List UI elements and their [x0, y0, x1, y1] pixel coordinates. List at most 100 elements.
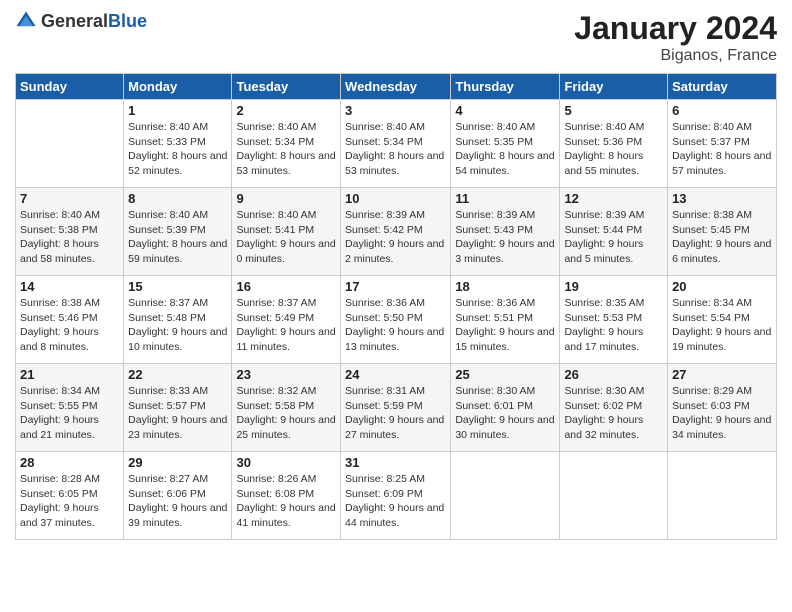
day-number: 26 [564, 367, 663, 382]
daylight-text: Daylight: 9 hours and 37 minutes. [20, 501, 119, 530]
day-cell [16, 100, 124, 188]
day-number: 25 [455, 367, 555, 382]
day-info: Sunrise: 8:36 AM Sunset: 5:51 PM Dayligh… [455, 296, 555, 355]
sunset-text: Sunset: 5:59 PM [345, 399, 446, 414]
sunrise-text: Sunrise: 8:39 AM [345, 208, 446, 223]
sunset-text: Sunset: 5:37 PM [672, 135, 772, 150]
day-info: Sunrise: 8:39 AM Sunset: 5:43 PM Dayligh… [455, 208, 555, 267]
week-row-4: 21 Sunrise: 8:34 AM Sunset: 5:55 PM Dayl… [16, 364, 777, 452]
sunset-text: Sunset: 5:41 PM [236, 223, 336, 238]
sunset-text: Sunset: 5:44 PM [564, 223, 663, 238]
sunset-text: Sunset: 6:09 PM [345, 487, 446, 502]
day-info: Sunrise: 8:32 AM Sunset: 5:58 PM Dayligh… [236, 384, 336, 443]
sunrise-text: Sunrise: 8:40 AM [128, 208, 227, 223]
sunrise-text: Sunrise: 8:33 AM [128, 384, 227, 399]
day-number: 18 [455, 279, 555, 294]
day-number: 24 [345, 367, 446, 382]
sunset-text: Sunset: 5:45 PM [672, 223, 772, 238]
daylight-text: Daylight: 9 hours and 10 minutes. [128, 325, 227, 354]
day-info: Sunrise: 8:29 AM Sunset: 6:03 PM Dayligh… [672, 384, 772, 443]
sunrise-text: Sunrise: 8:36 AM [455, 296, 555, 311]
page-header: GeneralBlue January 2024 Biganos, France [15, 10, 777, 65]
sunrise-text: Sunrise: 8:40 AM [128, 120, 227, 135]
day-number: 27 [672, 367, 772, 382]
day-info: Sunrise: 8:40 AM Sunset: 5:36 PM Dayligh… [564, 120, 663, 179]
day-cell: 28 Sunrise: 8:28 AM Sunset: 6:05 PM Dayl… [16, 452, 124, 540]
sunrise-text: Sunrise: 8:35 AM [564, 296, 663, 311]
daylight-text: Daylight: 9 hours and 19 minutes. [672, 325, 772, 354]
daylight-text: Daylight: 8 hours and 54 minutes. [455, 149, 555, 178]
day-info: Sunrise: 8:30 AM Sunset: 6:01 PM Dayligh… [455, 384, 555, 443]
day-number: 2 [236, 103, 336, 118]
sunset-text: Sunset: 5:51 PM [455, 311, 555, 326]
sunset-text: Sunset: 5:33 PM [128, 135, 227, 150]
daylight-text: Daylight: 9 hours and 3 minutes. [455, 237, 555, 266]
col-monday: Monday [124, 74, 232, 100]
daylight-text: Daylight: 9 hours and 15 minutes. [455, 325, 555, 354]
day-cell: 31 Sunrise: 8:25 AM Sunset: 6:09 PM Dayl… [341, 452, 451, 540]
day-cell: 26 Sunrise: 8:30 AM Sunset: 6:02 PM Dayl… [560, 364, 668, 452]
sunrise-text: Sunrise: 8:31 AM [345, 384, 446, 399]
sunset-text: Sunset: 5:58 PM [236, 399, 336, 414]
day-info: Sunrise: 8:40 AM Sunset: 5:34 PM Dayligh… [345, 120, 446, 179]
sunrise-text: Sunrise: 8:39 AM [564, 208, 663, 223]
day-number: 23 [236, 367, 336, 382]
logo: GeneralBlue [15, 10, 147, 32]
day-cell: 5 Sunrise: 8:40 AM Sunset: 5:36 PM Dayli… [560, 100, 668, 188]
sunrise-text: Sunrise: 8:37 AM [128, 296, 227, 311]
day-number: 3 [345, 103, 446, 118]
day-cell: 30 Sunrise: 8:26 AM Sunset: 6:08 PM Dayl… [232, 452, 341, 540]
daylight-text: Daylight: 9 hours and 30 minutes. [455, 413, 555, 442]
daylight-text: Daylight: 9 hours and 8 minutes. [20, 325, 119, 354]
day-info: Sunrise: 8:31 AM Sunset: 5:59 PM Dayligh… [345, 384, 446, 443]
day-number: 9 [236, 191, 336, 206]
sunrise-text: Sunrise: 8:40 AM [236, 120, 336, 135]
day-cell: 10 Sunrise: 8:39 AM Sunset: 5:42 PM Dayl… [341, 188, 451, 276]
daylight-text: Daylight: 9 hours and 41 minutes. [236, 501, 336, 530]
sunset-text: Sunset: 5:34 PM [345, 135, 446, 150]
day-cell: 2 Sunrise: 8:40 AM Sunset: 5:34 PM Dayli… [232, 100, 341, 188]
col-wednesday: Wednesday [341, 74, 451, 100]
week-row-1: 1 Sunrise: 8:40 AM Sunset: 5:33 PM Dayli… [16, 100, 777, 188]
sunrise-text: Sunrise: 8:40 AM [20, 208, 119, 223]
day-info: Sunrise: 8:34 AM Sunset: 5:54 PM Dayligh… [672, 296, 772, 355]
sunrise-text: Sunrise: 8:39 AM [455, 208, 555, 223]
day-cell: 14 Sunrise: 8:38 AM Sunset: 5:46 PM Dayl… [16, 276, 124, 364]
day-cell: 19 Sunrise: 8:35 AM Sunset: 5:53 PM Dayl… [560, 276, 668, 364]
daylight-text: Daylight: 9 hours and 13 minutes. [345, 325, 446, 354]
sunrise-text: Sunrise: 8:34 AM [672, 296, 772, 311]
week-row-2: 7 Sunrise: 8:40 AM Sunset: 5:38 PM Dayli… [16, 188, 777, 276]
sunrise-text: Sunrise: 8:36 AM [345, 296, 446, 311]
daylight-text: Daylight: 9 hours and 27 minutes. [345, 413, 446, 442]
day-info: Sunrise: 8:28 AM Sunset: 6:05 PM Dayligh… [20, 472, 119, 531]
day-info: Sunrise: 8:35 AM Sunset: 5:53 PM Dayligh… [564, 296, 663, 355]
day-cell: 24 Sunrise: 8:31 AM Sunset: 5:59 PM Dayl… [341, 364, 451, 452]
day-cell: 8 Sunrise: 8:40 AM Sunset: 5:39 PM Dayli… [124, 188, 232, 276]
day-cell: 6 Sunrise: 8:40 AM Sunset: 5:37 PM Dayli… [668, 100, 777, 188]
day-number: 29 [128, 455, 227, 470]
sunset-text: Sunset: 5:36 PM [564, 135, 663, 150]
daylight-text: Daylight: 8 hours and 53 minutes. [236, 149, 336, 178]
daylight-text: Daylight: 8 hours and 53 minutes. [345, 149, 446, 178]
daylight-text: Daylight: 9 hours and 34 minutes. [672, 413, 772, 442]
sunrise-text: Sunrise: 8:40 AM [345, 120, 446, 135]
sunrise-text: Sunrise: 8:34 AM [20, 384, 119, 399]
sunrise-text: Sunrise: 8:38 AM [672, 208, 772, 223]
sunset-text: Sunset: 5:57 PM [128, 399, 227, 414]
day-cell: 17 Sunrise: 8:36 AM Sunset: 5:50 PM Dayl… [341, 276, 451, 364]
daylight-text: Daylight: 9 hours and 2 minutes. [345, 237, 446, 266]
day-number: 19 [564, 279, 663, 294]
day-cell: 23 Sunrise: 8:32 AM Sunset: 5:58 PM Dayl… [232, 364, 341, 452]
sunrise-text: Sunrise: 8:25 AM [345, 472, 446, 487]
day-cell: 16 Sunrise: 8:37 AM Sunset: 5:49 PM Dayl… [232, 276, 341, 364]
daylight-text: Daylight: 9 hours and 21 minutes. [20, 413, 119, 442]
day-cell: 3 Sunrise: 8:40 AM Sunset: 5:34 PM Dayli… [341, 100, 451, 188]
sunset-text: Sunset: 5:49 PM [236, 311, 336, 326]
sunset-text: Sunset: 5:55 PM [20, 399, 119, 414]
day-cell: 22 Sunrise: 8:33 AM Sunset: 5:57 PM Dayl… [124, 364, 232, 452]
day-cell: 29 Sunrise: 8:27 AM Sunset: 6:06 PM Dayl… [124, 452, 232, 540]
col-tuesday: Tuesday [232, 74, 341, 100]
day-info: Sunrise: 8:40 AM Sunset: 5:39 PM Dayligh… [128, 208, 227, 267]
sunset-text: Sunset: 5:46 PM [20, 311, 119, 326]
day-number: 10 [345, 191, 446, 206]
